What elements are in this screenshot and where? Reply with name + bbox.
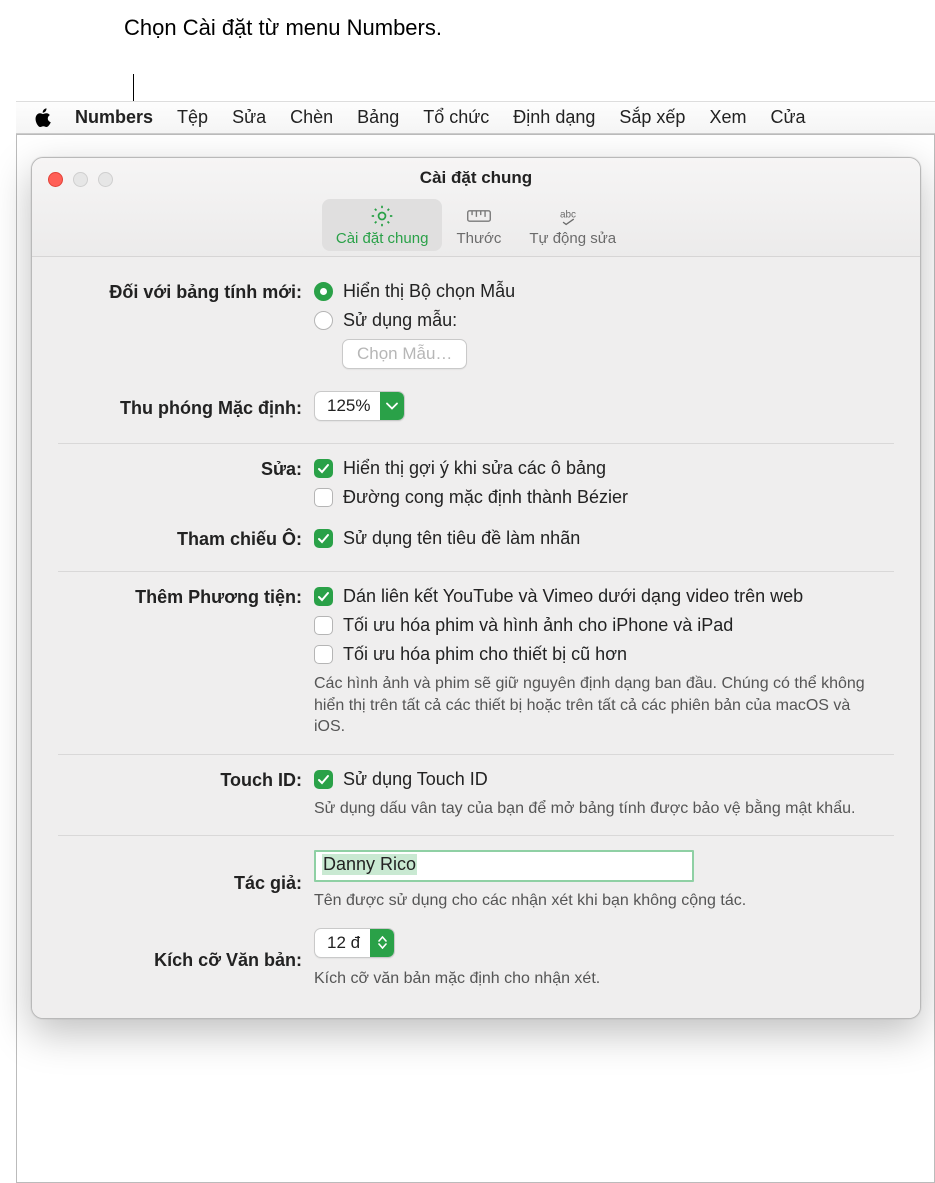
tab-general[interactable]: Cài đặt chung [322, 199, 443, 251]
label-author: Tác giả: [58, 868, 314, 894]
menu-table[interactable]: Bảng [357, 107, 399, 128]
radio-template-chooser[interactable]: Hiển thị Bộ chọn Mẫu [314, 281, 894, 302]
tab-label: Cài đặt chung [336, 230, 429, 247]
checkbox-use-header-names[interactable]: Sử dụng tên tiêu đề làm nhãn [314, 528, 894, 549]
text-size-select[interactable]: 12 đ [314, 928, 395, 958]
menu-view[interactable]: Xem [709, 107, 746, 128]
touchid-hint: Sử dụng dấu vân tay của bạn để mở bảng t… [314, 798, 874, 820]
tab-autocorrect[interactable]: abc Tự động sửa [515, 199, 630, 251]
menu-app-name[interactable]: Numbers [75, 107, 153, 128]
checkbox-icon [314, 459, 333, 478]
checkbox-label: Dán liên kết YouTube và Vimeo dưới dạng … [343, 586, 803, 607]
checkbox-show-suggestions[interactable]: Hiển thị gợi ý khi sửa các ô bảng [314, 458, 894, 479]
label-new-spreadsheet: Đối với bảng tính mới: [58, 281, 314, 303]
checkbox-icon [314, 645, 333, 664]
app-background: Cài đặt chung Cài đặt chung Thước a [16, 134, 935, 1183]
preferences-window: Cài đặt chung Cài đặt chung Thước a [31, 157, 921, 1019]
checkbox-optimize-ios[interactable]: Tối ưu hóa phim và hình ảnh cho iPhone v… [314, 615, 894, 636]
apple-menu-icon[interactable] [34, 108, 51, 128]
label-editing: Sửa: [58, 458, 314, 480]
tab-rulers[interactable]: Thước [442, 199, 515, 251]
author-hint: Tên được sử dụng cho các nhận xét khi bạ… [314, 890, 874, 912]
checkbox-icon [314, 587, 333, 606]
choose-template-button[interactable]: Chọn Mẫu… [342, 339, 467, 369]
author-field[interactable]: Danny Rico [314, 850, 694, 882]
media-hint: Các hình ảnh và phim sẽ giữ nguyên định … [314, 673, 874, 738]
checkbox-label: Tối ưu hóa phim cho thiết bị cũ hơn [343, 644, 627, 665]
svg-text:abc: abc [560, 210, 576, 221]
textsize-hint: Kích cỡ văn bản mặc định cho nhận xét. [314, 968, 874, 990]
ruler-icon [466, 203, 492, 229]
radio-use-template[interactable]: Sử dụng mẫu: [314, 310, 894, 331]
checkbox-icon [314, 616, 333, 635]
menu-insert[interactable]: Chèn [290, 107, 333, 128]
window-title: Cài đặt chung [32, 168, 920, 188]
select-value: 12 đ [315, 929, 370, 957]
chevron-down-icon [380, 392, 404, 420]
checkbox-icon [314, 529, 333, 548]
checkbox-label: Hiển thị gợi ý khi sửa các ô bảng [343, 458, 606, 479]
menu-edit[interactable]: Sửa [232, 107, 266, 128]
radio-label: Hiển thị Bộ chọn Mẫu [343, 281, 515, 302]
menu-file[interactable]: Tệp [177, 107, 208, 128]
author-value: Danny Rico [322, 854, 417, 875]
checkbox-label: Đường cong mặc định thành Bézier [343, 487, 628, 508]
titlebar: Cài đặt chung Cài đặt chung Thước a [32, 158, 920, 257]
menu-format[interactable]: Định dạng [513, 107, 595, 128]
checkbox-icon [314, 488, 333, 507]
label-default-zoom: Thu phóng Mặc định: [58, 394, 314, 419]
checkbox-label: Sử dụng tên tiêu đề làm nhãn [343, 528, 580, 549]
checkbox-paste-web-video[interactable]: Dán liên kết YouTube và Vimeo dưới dạng … [314, 586, 894, 607]
tab-label: Tự động sửa [529, 230, 616, 247]
radio-label: Sử dụng mẫu: [343, 310, 457, 331]
radio-icon [314, 282, 333, 301]
checkbox-use-touch-id[interactable]: Sử dụng Touch ID [314, 769, 894, 790]
gear-icon [369, 203, 395, 229]
checkbox-label: Sử dụng Touch ID [343, 769, 488, 790]
help-callout: Chọn Cài đặt từ menu Numbers. [124, 14, 442, 43]
checkbox-icon [314, 770, 333, 789]
abc-icon: abc [560, 203, 586, 229]
select-value: 125% [315, 392, 380, 420]
menu-arrange[interactable]: Sắp xếp [619, 107, 685, 128]
checkbox-label: Tối ưu hóa phim và hình ảnh cho iPhone v… [343, 615, 733, 636]
preferences-content: Đối với bảng tính mới: Hiển thị Bộ chọn … [32, 257, 920, 1018]
radio-icon [314, 311, 333, 330]
menu-organize[interactable]: Tổ chức [423, 107, 489, 128]
stepper-icon [370, 929, 394, 957]
preferences-tabs: Cài đặt chung Thước abc Tự động sửa [32, 199, 920, 251]
menubar: Numbers Tệp Sửa Chèn Bảng Tổ chức Định d… [16, 101, 935, 134]
label-text-size: Kích cỡ Văn bản: [58, 946, 314, 971]
menu-window[interactable]: Cửa [770, 107, 805, 128]
label-cell-references: Tham chiếu Ô: [58, 528, 314, 550]
tab-label: Thước [456, 230, 501, 247]
checkbox-bezier-default[interactable]: Đường cong mặc định thành Bézier [314, 487, 894, 508]
label-touch-id: Touch ID: [58, 769, 314, 791]
checkbox-optimize-older[interactable]: Tối ưu hóa phim cho thiết bị cũ hơn [314, 644, 894, 665]
default-zoom-select[interactable]: 125% [314, 391, 405, 421]
label-adding-media: Thêm Phương tiện: [58, 586, 314, 608]
